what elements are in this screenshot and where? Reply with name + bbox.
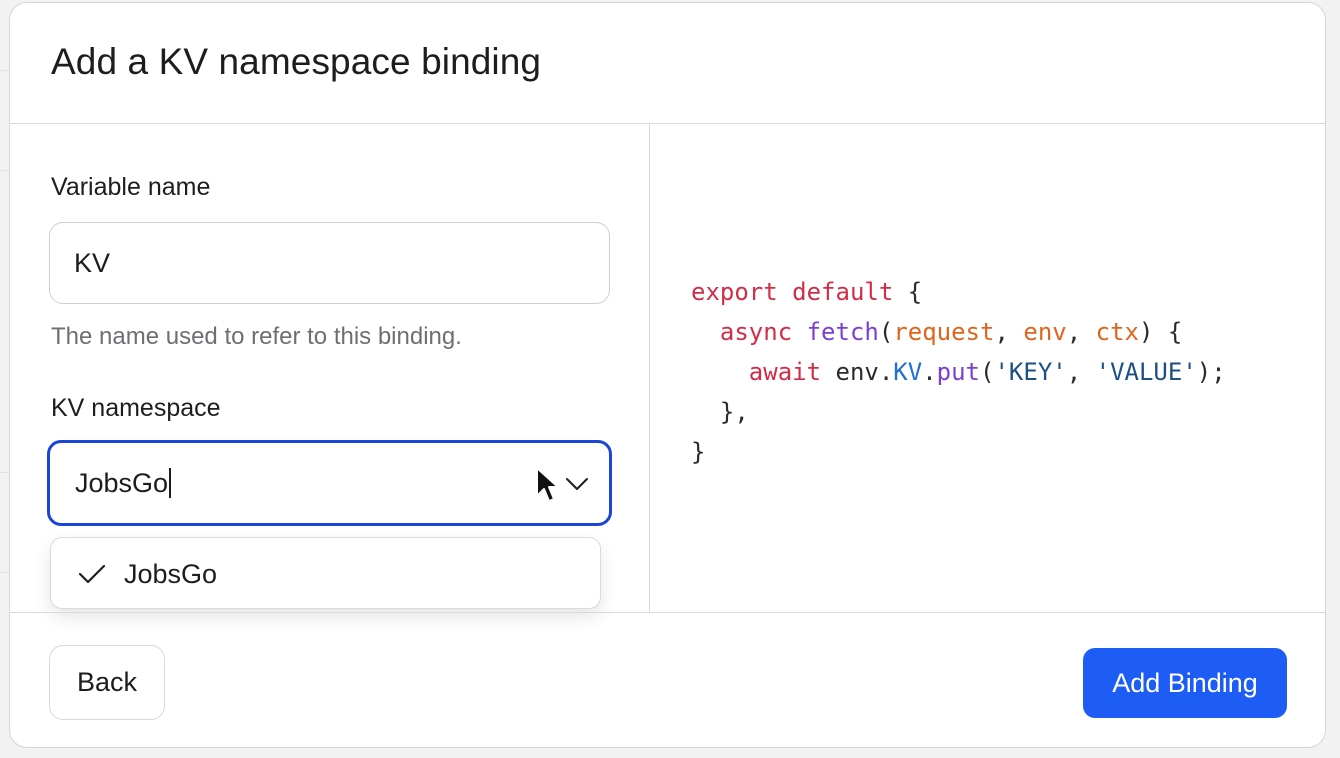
code-line-5: } [691, 438, 705, 466]
code-token: request [893, 318, 995, 346]
code-token: ctx [1095, 318, 1139, 346]
code-line-3: await env.KV.put('KEY', 'VALUE'); [691, 358, 1226, 386]
mouse-cursor-icon [536, 467, 559, 502]
code-token: ( [980, 358, 995, 386]
code-token: env [1023, 318, 1067, 346]
add-binding-button[interactable]: Add Binding [1083, 648, 1287, 718]
variable-name-helper: The name used to refer to this binding. [51, 323, 462, 350]
code-token: } [691, 438, 706, 466]
variable-name-input[interactable] [49, 222, 610, 304]
chevron-down-icon[interactable] [563, 469, 591, 497]
code-token: put [936, 358, 981, 386]
code-line-4: }, [691, 398, 749, 426]
code-token: await [748, 358, 822, 386]
code-token: ) { [1139, 318, 1183, 346]
code-token: . [922, 358, 937, 386]
back-button[interactable]: Back [49, 645, 165, 720]
code-token: , [1066, 358, 1096, 386]
code-token: }, [719, 398, 749, 426]
code-token: ); [1196, 358, 1226, 386]
code-token: , [1066, 318, 1096, 346]
code-token: KV [893, 358, 923, 386]
code-token: , [994, 318, 1024, 346]
code-token: 'VALUE' [1095, 358, 1197, 386]
dropdown-option-label: JobsGo [124, 559, 218, 589]
code-sample: export default { async fetch(request, en… [691, 272, 1226, 472]
code-line-2: async fetch(request, env, ctx) { [691, 318, 1182, 346]
code-line-1: export default { [691, 278, 922, 306]
modal-footer: Back Add Binding [10, 612, 1325, 747]
add-binding-modal: Add a KV namespace binding Variable name… [9, 2, 1326, 748]
modal-header: Add a KV namespace binding [10, 3, 1325, 124]
text-caret [169, 468, 172, 498]
code-token: { [893, 278, 923, 306]
check-icon [78, 564, 106, 584]
kv-namespace-combobox[interactable]: JobsGo [47, 440, 612, 526]
code-token: env. [821, 358, 894, 386]
code-preview-pane: export default { async fetch(request, en… [650, 124, 1325, 612]
kv-namespace-input-value[interactable]: JobsGo [75, 468, 172, 499]
kv-namespace-dropdown: JobsGo [50, 537, 601, 609]
code-token: 'KEY' [994, 358, 1067, 386]
code-token: async [719, 318, 793, 346]
code-token: ( [878, 318, 894, 346]
code-token: fetch [806, 318, 879, 346]
binding-form: Variable name The name used to refer to … [10, 124, 650, 612]
code-token: default [792, 278, 894, 306]
variable-name-label: Variable name [51, 173, 211, 201]
code-token: export [691, 278, 778, 306]
modal-title: Add a KV namespace binding [51, 41, 542, 82]
kv-namespace-label: KV namespace [51, 394, 221, 422]
